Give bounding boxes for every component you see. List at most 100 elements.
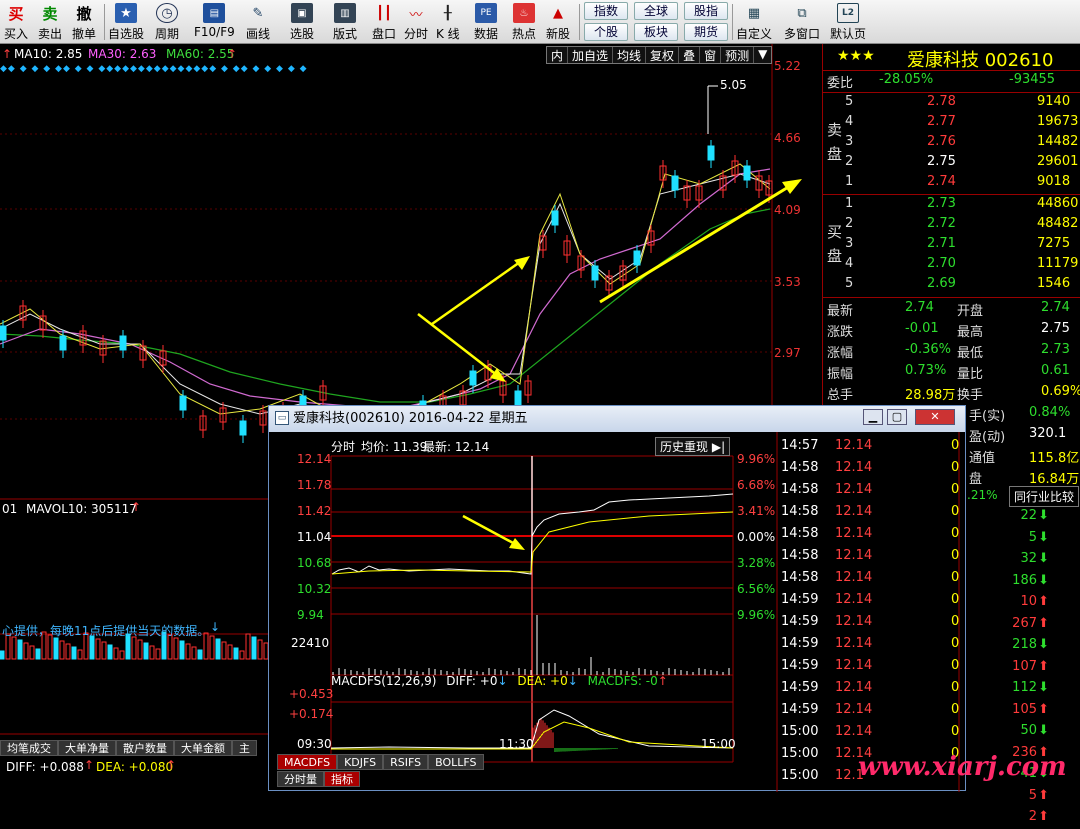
tab-kdjfs[interactable]: KDJFS [337,754,384,770]
period-label: 周期 [155,27,180,41]
sell-order-row[interactable]: 1 2.74 9018 [823,174,1080,194]
tab-indicator[interactable]: 指标 [324,771,360,787]
maximize-button[interactable]: ▢ [887,409,907,425]
buy-volume: 44860 [1037,196,1079,211]
menu-overlay[interactable]: 叠 [679,47,701,63]
tab-big-net[interactable]: 大单净量 [58,740,116,756]
tick-time: 14:59 [781,658,819,673]
candle-body [707,145,715,161]
stat-row: 总手 28.98万 换手 0.69% [823,384,1080,404]
tick-price: 12.14 [835,724,873,739]
volume-bar [59,640,65,660]
tick-row: 14:59 12.14 0 [781,614,961,634]
menu-adjust[interactable]: 复权 [646,47,680,63]
layout-button[interactable]: ▥ 版式 [333,2,357,42]
sell-level: 5 [845,94,854,109]
candle-body [743,165,751,181]
new-stock-button[interactable]: ▲ 新股 [546,2,570,42]
buy-order-row[interactable]: 3 2.71 7275 [823,236,1080,256]
menu-forecast[interactable]: 预测 [721,47,755,63]
volume-bar [239,650,245,660]
multi-window-button[interactable]: ⧉ 多窗口 [784,2,820,42]
up-arrow-icon: ↑ [84,758,95,772]
watchlist-button[interactable]: ★ 自选股 [108,2,144,42]
kline-button[interactable]: ╂ K 线 [436,2,460,42]
cancel-order-button[interactable]: 撤撤单 [72,2,96,42]
sell-order-row[interactable]: 4 2.77 19673 [823,114,1080,134]
tick-time: 15:00 [781,724,819,739]
volume-bar [221,641,227,660]
up-arrow-icon: ⬆ [1038,658,1049,674]
tab-rsifs[interactable]: RSIFS [383,754,429,770]
hotspot-button[interactable]: ♨ 热点 [512,2,536,42]
tab-bollfs[interactable]: BOLLFS [428,754,484,770]
data-button[interactable]: PE 数据 [474,2,498,42]
macd-fs: MACDFS: -0 [587,674,658,688]
buy-order-row[interactable]: 1 2.73 44860 [823,196,1080,216]
tab-macdfs[interactable]: MACDFS [277,754,338,770]
sector-button[interactable]: 板块 [634,23,678,41]
buy-price: 2.69 [927,276,956,291]
quote-panel-label: 盘口 [372,27,397,41]
sell-button[interactable]: 卖卖出 [38,2,62,42]
close-button[interactable]: ✕ [915,409,955,425]
stat-value: 0.73% [905,363,947,378]
industry-compare-tab[interactable]: 同行业比较 [1009,486,1080,507]
price-axis-left: 11.04 [297,530,332,544]
buy-button[interactable]: 买买入 [4,2,28,42]
volume-bar [89,635,95,660]
default-page-button[interactable]: L2 默认页 [830,2,866,42]
volume-bar [0,650,5,660]
intraday-button[interactable]: 〰分时 [404,2,428,42]
period-button[interactable]: ◷ 周期 [155,2,179,42]
tab-main[interactable]: 主 [232,740,257,756]
sell-order-row[interactable]: 5 2.78 9140 [823,94,1080,114]
down-arrow-icon: ⬇ [1038,723,1049,738]
ma5-line [0,163,771,425]
draw-line-button[interactable]: ✎ 画线 [246,2,270,42]
up-arrow-icon: ⬆ [1038,809,1049,824]
tab-retail[interactable]: 散户数量 [116,740,174,756]
tick-price: 12.14 [835,460,873,475]
minimize-button[interactable]: ▁ [863,409,883,425]
stock-index-button[interactable]: 股指 [684,2,728,20]
stat-value-2: 2.73 [1041,342,1070,357]
menu-add-watch[interactable]: 加自选 [568,47,614,63]
history-replay-button[interactable]: 历史重现 ▶| [655,437,731,456]
tab-trade-avg[interactable]: 均笔成交 [0,740,58,756]
candle-body [633,250,641,266]
f10-label: F10/F9 [194,25,235,39]
trade-volume: 186 [1012,572,1037,588]
data-label: 数据 [474,27,499,41]
down-arrow-icon: ↓ [210,620,221,634]
menu-window[interactable]: 窗 [700,47,722,63]
single-stock-button[interactable]: 个股 [584,23,628,41]
customize-button[interactable]: ▦ 自定义 [736,2,772,42]
futures-button[interactable]: 期货 [684,23,728,41]
change-pct-tab[interactable]: .21% [967,488,998,502]
tab-big-amount[interactable]: 大单金额 [174,740,232,756]
tick-time: 15:00 [781,768,819,783]
f10-button[interactable]: ▤ F10/F9 [194,2,235,42]
sell-order-row[interactable]: 3 2.76 14482 [823,134,1080,154]
index-button[interactable]: 指数 [584,2,628,20]
menu-ma[interactable]: 均线 [613,47,647,63]
buy-order-row[interactable]: 4 2.70 11179 [823,256,1080,276]
trade-volume: 105 [1012,701,1037,717]
popup-titlebar[interactable]: ▭ 爱康科技(002610) 2016-04-22 星期五 ▁ ▢ ✕ [269,406,965,432]
intraday-popup-window[interactable]: ▭ 爱康科技(002610) 2016-04-22 星期五 ▁ ▢ ✕ 分时 均… [268,405,966,792]
stock-picker-button[interactable]: ▣ 选股 [290,2,314,42]
price-axis-left: 9.94 [297,608,324,622]
volume-bar [35,648,41,660]
candles [0,140,773,443]
tab-intraday-volume[interactable]: 分时量 [277,771,324,787]
sell-order-row[interactable]: 2 2.75 29601 [823,154,1080,174]
buy-order-row[interactable]: 5 2.69 1546 [823,276,1080,296]
menu-inner[interactable]: 内 [547,47,569,63]
quote-panel-button[interactable]: ┃┃ 盘口 [372,2,396,42]
indicator-tabs: 均笔成交 大单净量 散户数量 大单金额 主 [0,740,257,756]
buy-order-row[interactable]: 2 2.72 48482 [823,216,1080,236]
tick-volume: 0 [951,570,960,585]
menu-dropdown-icon[interactable]: ▼ [754,47,771,63]
global-button[interactable]: 全球 [634,2,678,20]
